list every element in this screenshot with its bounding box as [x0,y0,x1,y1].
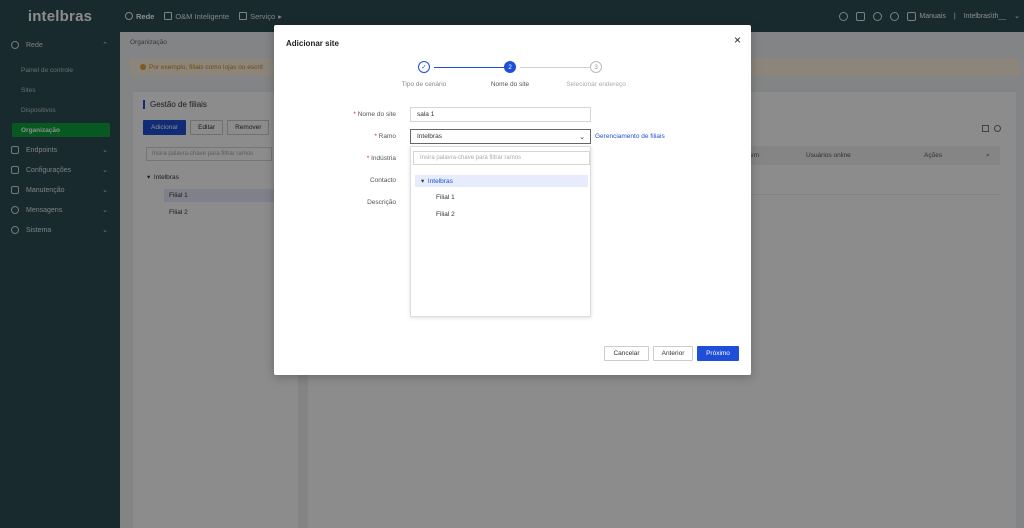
industry-label-text: Indústria [371,155,396,162]
step-connector [434,67,506,68]
branch-management-link[interactable]: Gerenciamento de filiais [595,133,665,140]
industry-label: * Indústria [366,155,396,162]
step-3-circle: 3 [590,61,602,73]
next-button[interactable]: Próximo [697,346,739,361]
stepper: ✓ 2 3 Tipo de cenário Nome do site Selec… [274,61,751,91]
site-name-label-text: Nome do site [357,111,396,118]
description-label: Descrição [367,199,396,206]
dialog-title: Adicionar site [286,39,339,48]
back-button[interactable]: Anterior [653,346,693,361]
contact-label: Contacto [369,177,396,184]
branch-select[interactable]: Intelbras ⌄ [410,129,591,144]
site-name-label: * Nome do site [353,111,396,118]
branch-select-value: Intelbras [417,133,442,140]
step-1-label: Tipo de cenário [401,81,447,88]
caret-down-icon: ▾ [421,178,425,185]
dropdown-item-filial-2[interactable]: Filial 2 [436,208,455,220]
step-connector [520,67,590,68]
step-2-circle: 2 [504,61,516,73]
step-2-label: Nome do site [490,81,530,88]
add-site-dialog: Adicionar site × ✓ 2 3 Tipo de cenário N… [274,25,751,375]
site-name-input[interactable]: sala 1 [410,107,591,122]
dropdown-item-filial-1[interactable]: Filial 1 [436,191,455,203]
step-1-check-icon: ✓ [418,61,430,73]
step-3-label: Selecionar endereço [566,81,626,88]
close-icon[interactable]: × [734,34,741,46]
cancel-button[interactable]: Cancelar [604,346,649,361]
dropdown-item-label: Intelbras [427,177,453,185]
branch-label-text: Ramo [378,133,396,140]
branch-dropdown: Insira palavra-chave para filtrar ramos … [410,146,591,317]
branch-label: * Ramo [374,133,396,140]
chevron-down-icon: ⌄ [579,134,585,141]
dropdown-item-intelbras[interactable]: ▾ Intelbras [415,175,588,187]
dropdown-search-input[interactable]: Insira palavra-chave para filtrar ramos [413,151,590,165]
